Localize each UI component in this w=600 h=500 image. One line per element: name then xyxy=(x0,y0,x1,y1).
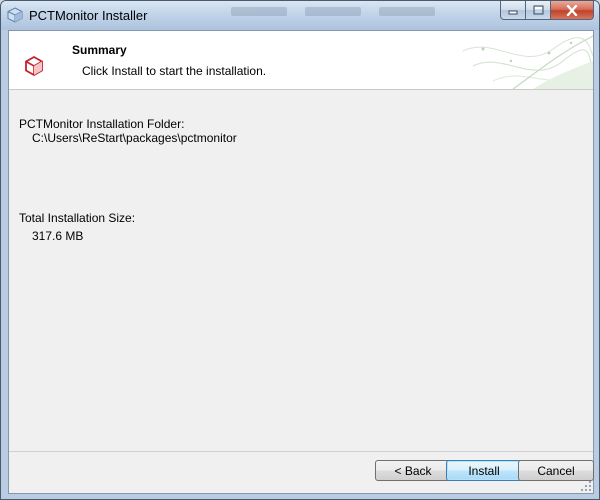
decorative-swirl-graphic xyxy=(462,35,593,89)
install-size-label: Total Installation Size: xyxy=(19,211,136,225)
page-subtitle: Click Install to start the installation. xyxy=(82,64,267,78)
back-button[interactable]: < Back xyxy=(375,460,451,481)
close-icon xyxy=(566,4,578,16)
installer-window: PCTMonitor Installer Summary Click Insta… xyxy=(0,0,600,500)
minimize-button[interactable] xyxy=(500,1,526,20)
install-button[interactable]: Install xyxy=(446,460,522,481)
page-title: Summary xyxy=(72,43,127,57)
window-title: PCTMonitor Installer xyxy=(29,8,148,23)
wizard-header: Summary Click Install to start the insta… xyxy=(9,31,593,90)
installer-box-icon xyxy=(7,7,23,23)
background-window-toolbar xyxy=(231,3,481,23)
wizard-client-area: Summary Click Install to start the insta… xyxy=(8,30,594,494)
title-bar[interactable]: PCTMonitor Installer xyxy=(1,1,599,30)
caption-buttons xyxy=(500,1,594,21)
install-folder-value: C:\Users\ReStart\packages\pctmonitor xyxy=(32,131,237,145)
footer-divider xyxy=(9,451,593,452)
resize-grip-icon[interactable] xyxy=(580,480,592,492)
summary-panel: PCTMonitor Installation Folder: C:\Users… xyxy=(9,90,593,430)
install-size-value: 317.6 MB xyxy=(32,229,84,243)
maximize-button[interactable] xyxy=(526,1,551,20)
minimize-icon xyxy=(508,10,518,15)
package-cube-icon xyxy=(25,55,43,77)
close-button[interactable] xyxy=(551,1,594,20)
cancel-button[interactable]: Cancel xyxy=(518,460,594,481)
install-folder-label: PCTMonitor Installation Folder: xyxy=(19,117,185,131)
maximize-icon xyxy=(533,5,543,15)
